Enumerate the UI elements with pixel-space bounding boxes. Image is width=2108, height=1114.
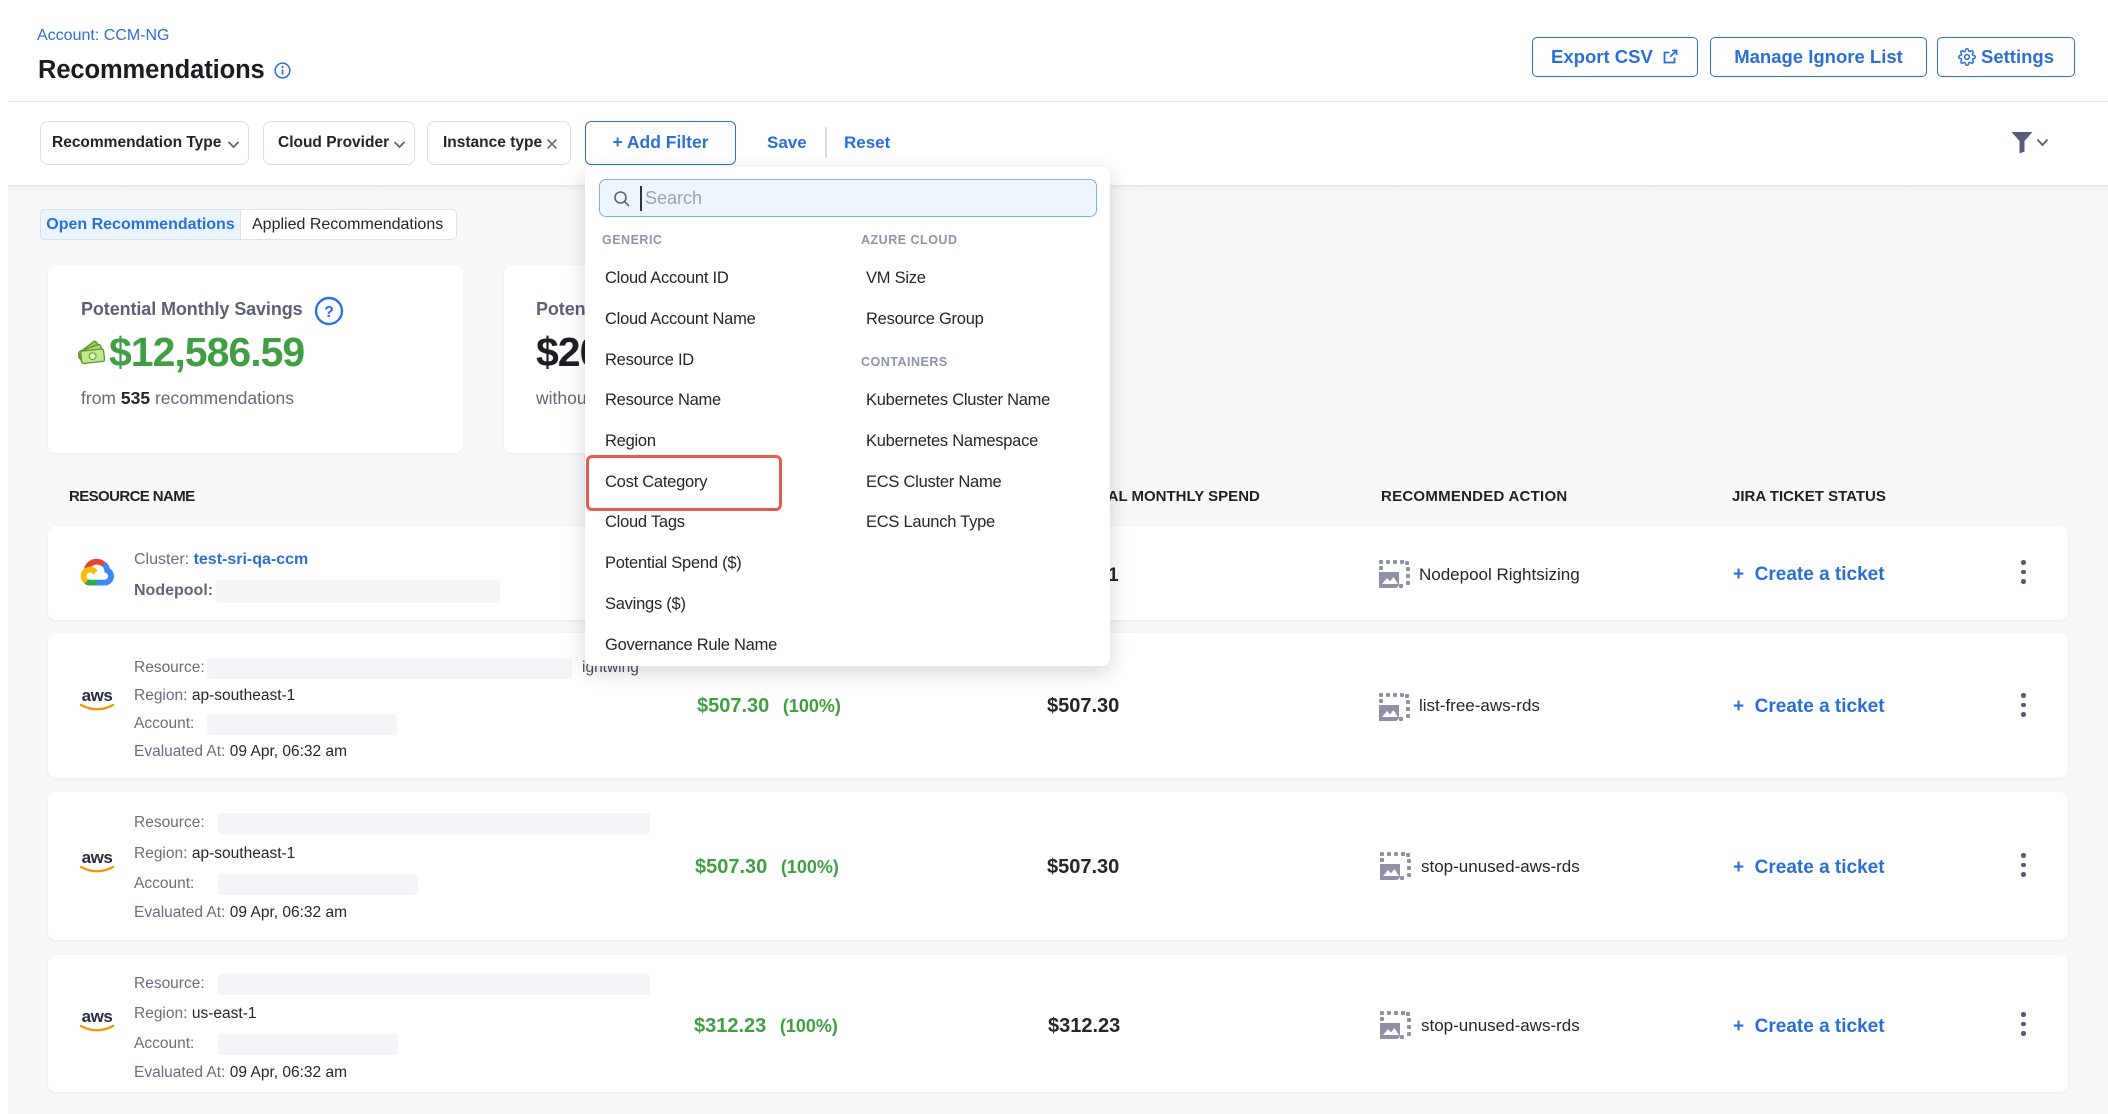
svg-text:?: ? (324, 304, 334, 321)
